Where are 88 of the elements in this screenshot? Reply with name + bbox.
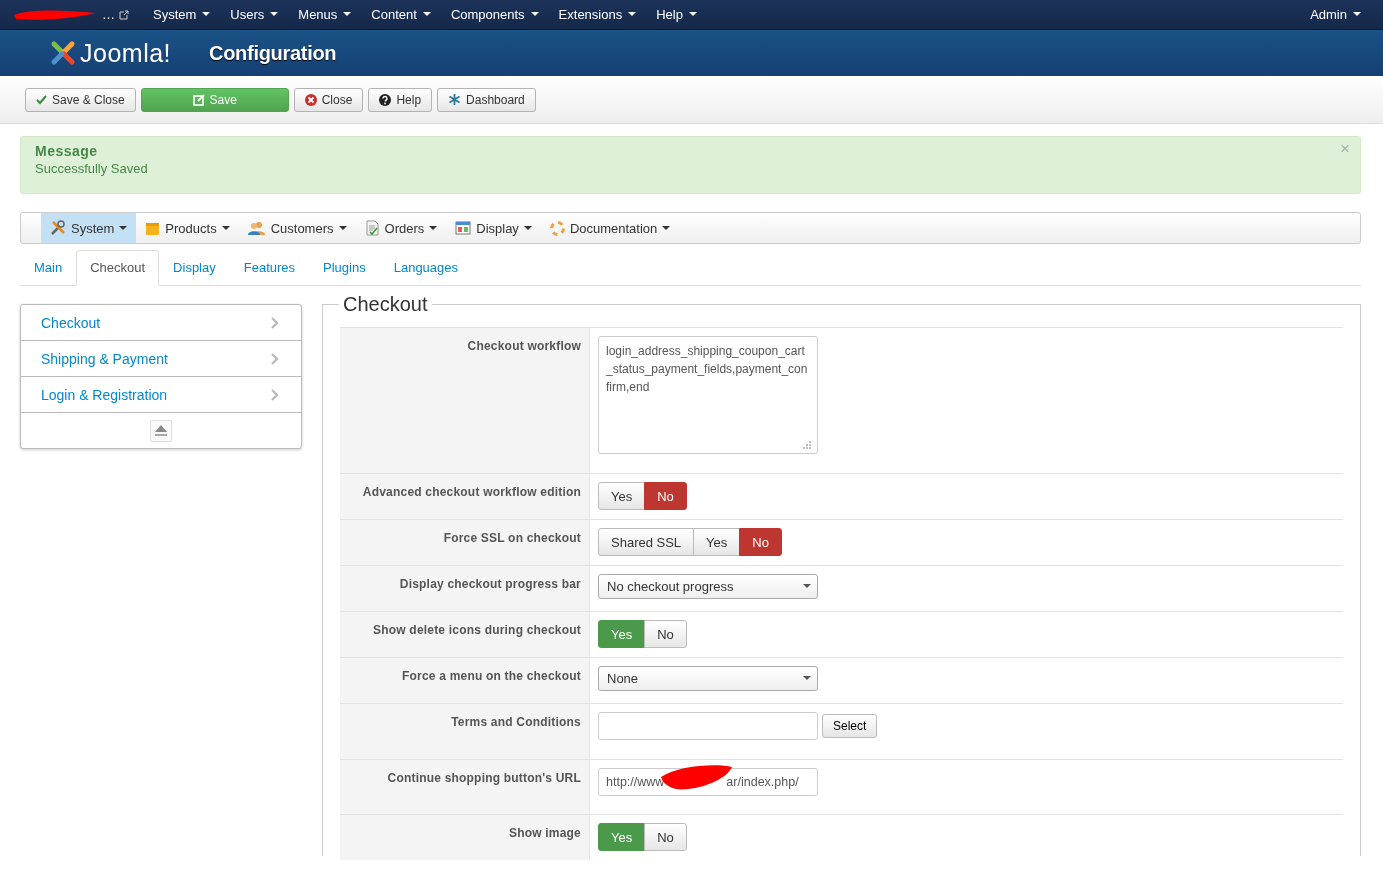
- field-label: Checkout workflow: [467, 339, 581, 353]
- tab[interactable]: Display: [159, 250, 230, 285]
- chevron-icon: [271, 388, 279, 401]
- close-icon: [304, 93, 317, 106]
- select-button[interactable]: Select: [822, 714, 878, 738]
- submenu-item[interactable]: Customers: [238, 213, 356, 243]
- input-field[interactable]: [598, 712, 818, 740]
- asterisk-icon: [448, 93, 462, 106]
- caret-icon: [688, 12, 697, 17]
- caret-icon: [343, 12, 352, 17]
- users-icon: [247, 220, 266, 236]
- caret-icon: [221, 225, 230, 231]
- menu-item[interactable]: Menus: [288, 7, 362, 22]
- menu-item[interactable]: Content: [361, 7, 441, 22]
- menu-item[interactable]: System: [143, 7, 221, 22]
- dashboard-button[interactable]: Dashboard: [437, 87, 536, 112]
- toggle-option[interactable]: No: [644, 823, 687, 851]
- caret-icon: [803, 584, 811, 589]
- brand-name: Joomla!: [80, 38, 172, 68]
- caret-icon: [338, 225, 347, 231]
- sidebar-item[interactable]: Shipping & Payment: [21, 341, 301, 377]
- caret-icon: [662, 225, 671, 231]
- tab[interactable]: Main: [20, 250, 77, 285]
- caret-icon: [530, 12, 539, 17]
- submenu-item[interactable]: System: [41, 213, 137, 243]
- external-link-icon: [119, 9, 129, 20]
- sidebar-item[interactable]: Checkout: [21, 305, 301, 341]
- caret-icon: [1353, 12, 1361, 17]
- page-title: Configuration: [209, 41, 337, 65]
- site-name[interactable]: …: [102, 7, 115, 22]
- menu-item[interactable]: Extensions: [548, 7, 647, 22]
- toggle-option[interactable]: No: [644, 620, 687, 648]
- message-text: Successfully Saved: [35, 161, 148, 176]
- caret-icon: [429, 225, 438, 231]
- caret-icon: [270, 12, 279, 17]
- select-field[interactable]: No checkout progress: [598, 574, 818, 599]
- user-menu[interactable]: Admin: [1300, 7, 1371, 22]
- tab[interactable]: Languages: [379, 250, 473, 285]
- field-label: Show delete icons during checkout: [373, 623, 581, 637]
- chevron-icon: [271, 352, 279, 365]
- field-label: Show image: [509, 826, 581, 840]
- menu-item[interactable]: Users: [220, 7, 289, 22]
- sidebar-item[interactable]: Login & Registration: [21, 377, 301, 413]
- save-close-button[interactable]: Save & Close: [25, 87, 136, 112]
- field-label: Continue shopping button's URL: [387, 771, 581, 785]
- toggle-option[interactable]: Yes: [598, 482, 646, 510]
- toggle-option[interactable]: Yes: [693, 528, 741, 556]
- select-field[interactable]: None: [598, 666, 818, 691]
- field-label: Terms and Conditions: [451, 715, 581, 729]
- caret-icon: [119, 225, 128, 231]
- toggle-option[interactable]: No: [644, 482, 687, 510]
- field-label: Force a menu on the checkout: [402, 669, 581, 683]
- check-icon: [36, 94, 47, 105]
- eject-icon: [155, 425, 167, 436]
- submenu-item[interactable]: Display: [446, 213, 541, 243]
- url-field[interactable]: http://www ar/index.php/: [598, 768, 818, 796]
- caret-icon: [628, 12, 637, 17]
- submenu-item[interactable]: Products: [136, 213, 239, 243]
- tab[interactable]: Checkout: [76, 250, 160, 286]
- field-label: Advanced checkout workflow edition: [362, 485, 581, 499]
- field-label: Display checkout progress bar: [399, 577, 581, 591]
- edit-icon: [192, 93, 205, 106]
- menu-item[interactable]: Components: [440, 7, 549, 22]
- document-icon: [364, 220, 380, 236]
- submenu-item[interactable]: Orders: [355, 213, 447, 243]
- box-icon: [145, 220, 161, 236]
- submenu-item[interactable]: Documentation: [540, 213, 680, 243]
- lifebuoy-icon: [549, 220, 565, 236]
- menu-item[interactable]: Help: [646, 7, 707, 22]
- tab[interactable]: Plugins: [309, 250, 380, 285]
- help-icon: [379, 93, 392, 106]
- tab[interactable]: Features: [229, 250, 310, 285]
- tools-icon: [50, 220, 66, 236]
- caret-icon: [422, 12, 431, 17]
- caret-icon: [202, 12, 211, 17]
- toggle-option[interactable]: No: [739, 528, 782, 556]
- window-icon: [455, 221, 472, 235]
- toggle-option[interactable]: Shared SSL: [598, 528, 695, 556]
- resize-grip-icon: [802, 440, 811, 449]
- collapse-button[interactable]: [150, 419, 172, 442]
- close-button[interactable]: Close: [293, 87, 364, 112]
- caret-icon: [803, 676, 811, 681]
- field-label: Force SSL on checkout: [443, 531, 581, 545]
- caret-icon: [523, 225, 532, 231]
- help-button[interactable]: Help: [368, 87, 433, 112]
- message-heading: Message: [35, 143, 98, 159]
- chevron-icon: [271, 316, 279, 329]
- workflow-textarea[interactable]: login_address_shipping_coupon_cart_status_payment_fields,payment_confirm,end: [598, 336, 818, 454]
